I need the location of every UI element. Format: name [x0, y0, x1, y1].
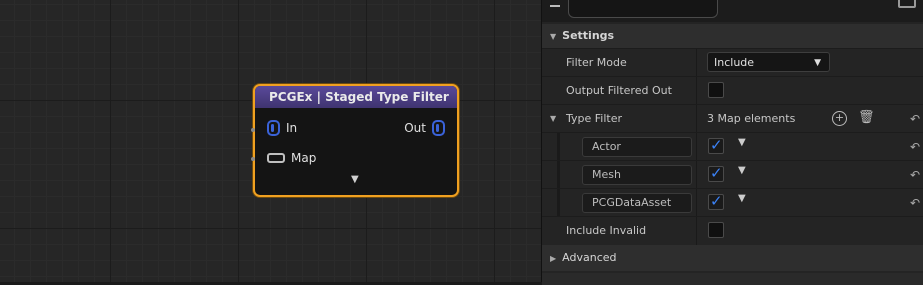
row-include-invalid: Include Invalid	[542, 216, 923, 245]
output-filtered-out-checkbox[interactable]	[708, 82, 724, 98]
filter-mode-dropdown[interactable]: Include ▼	[707, 52, 830, 72]
next-section-header[interactable]	[542, 273, 923, 285]
element-value-checkbox[interactable]	[708, 164, 724, 182]
settings-section-label: Settings	[562, 29, 615, 42]
pin-out-label: Out	[404, 121, 426, 135]
chevron-down-icon[interactable]: ▼	[738, 193, 746, 204]
row-type-filter: ▼ Type Filter 3 Map elements + 🗑 ↶	[542, 104, 923, 133]
filter-mode-value: Include	[714, 56, 755, 69]
row-filter-mode: Filter Mode Include ▼	[542, 48, 923, 77]
column-divider[interactable]	[696, 161, 697, 189]
type-filter-label: Type Filter	[566, 112, 623, 125]
element-value-checkbox[interactable]	[708, 192, 724, 210]
chevron-down-icon: ▼	[814, 58, 821, 68]
data-pin-icon	[432, 120, 445, 136]
data-pin-icon	[267, 120, 280, 136]
settings-icon[interactable]	[898, 0, 916, 8]
revert-icon[interactable]: ↶	[910, 140, 920, 154]
column-divider[interactable]	[696, 217, 697, 245]
element-key-input[interactable]: Actor	[582, 137, 692, 157]
include-invalid-label: Include Invalid	[566, 224, 647, 237]
map-socket[interactable]	[251, 157, 255, 161]
add-circle-icon[interactable]: +	[832, 111, 847, 126]
output-filtered-out-label: Output Filtered Out	[566, 84, 672, 97]
chevron-down-icon[interactable]: ▼	[738, 137, 746, 148]
element-key-input[interactable]: PCGDataAsset	[582, 193, 692, 213]
graph-canvas[interactable]: PCGEx | Staged Type Filter In Map Out ▼	[0, 0, 541, 282]
panel-topbar	[542, 0, 923, 22]
type-filter-summary: 3 Map elements	[707, 112, 796, 125]
row-element-mesh: Mesh ▼ ↶	[542, 160, 923, 189]
indent-bar	[557, 189, 560, 217]
revert-icon[interactable]: ↶	[910, 168, 920, 182]
column-divider[interactable]	[696, 105, 697, 133]
column-divider[interactable]	[696, 133, 697, 161]
advanced-section-header[interactable]: ▶ Advanced	[542, 245, 923, 271]
trash-icon[interactable]: 🗑	[858, 110, 875, 125]
advanced-section-label: Advanced	[562, 251, 617, 264]
indent-bar	[557, 161, 560, 189]
collapse-triangle-icon: ▼	[550, 32, 557, 41]
node-title: PCGEx | Staged Type Filter	[255, 86, 457, 108]
search-input[interactable]	[568, 0, 718, 18]
chevron-down-icon[interactable]: ▼	[738, 165, 746, 176]
expand-chevron-icon[interactable]: ▼	[351, 174, 359, 185]
filter-mode-label: Filter Mode	[566, 56, 627, 69]
include-invalid-checkbox[interactable]	[708, 222, 724, 238]
revert-icon[interactable]: ↶	[910, 112, 920, 126]
element-value-checkbox[interactable]	[708, 136, 724, 154]
map-pin-icon	[267, 153, 285, 163]
menu-icon[interactable]	[550, 0, 560, 7]
pcg-node-staged-type-filter[interactable]: PCGEx | Staged Type Filter In Map Out ▼	[251, 84, 459, 197]
column-divider[interactable]	[696, 189, 697, 217]
row-output-filtered-out: Output Filtered Out	[542, 76, 923, 105]
details-panel: ▼ Settings Filter Mode Include ▼ Output F…	[541, 0, 923, 285]
pin-map[interactable]: Map	[267, 151, 316, 165]
indent-bar	[557, 133, 560, 161]
expand-triangle-icon: ▶	[550, 254, 557, 263]
row-element-pcgdataasset: PCGDataAsset ▼ ↶	[542, 188, 923, 217]
element-key-input[interactable]: Mesh	[582, 165, 692, 185]
pin-in-label: In	[286, 121, 298, 135]
pin-out[interactable]: Out	[404, 120, 445, 136]
row-element-actor: Actor ▼ ↶	[542, 132, 923, 161]
settings-section-header[interactable]: ▼ Settings	[542, 24, 923, 48]
pin-map-label: Map	[291, 151, 317, 165]
pin-in[interactable]: In	[267, 120, 297, 136]
column-divider[interactable]	[696, 77, 697, 105]
revert-icon[interactable]: ↶	[910, 196, 920, 210]
expand-triangle-icon[interactable]: ▼	[550, 114, 556, 123]
in-socket[interactable]	[251, 128, 255, 132]
column-divider[interactable]	[696, 49, 697, 77]
